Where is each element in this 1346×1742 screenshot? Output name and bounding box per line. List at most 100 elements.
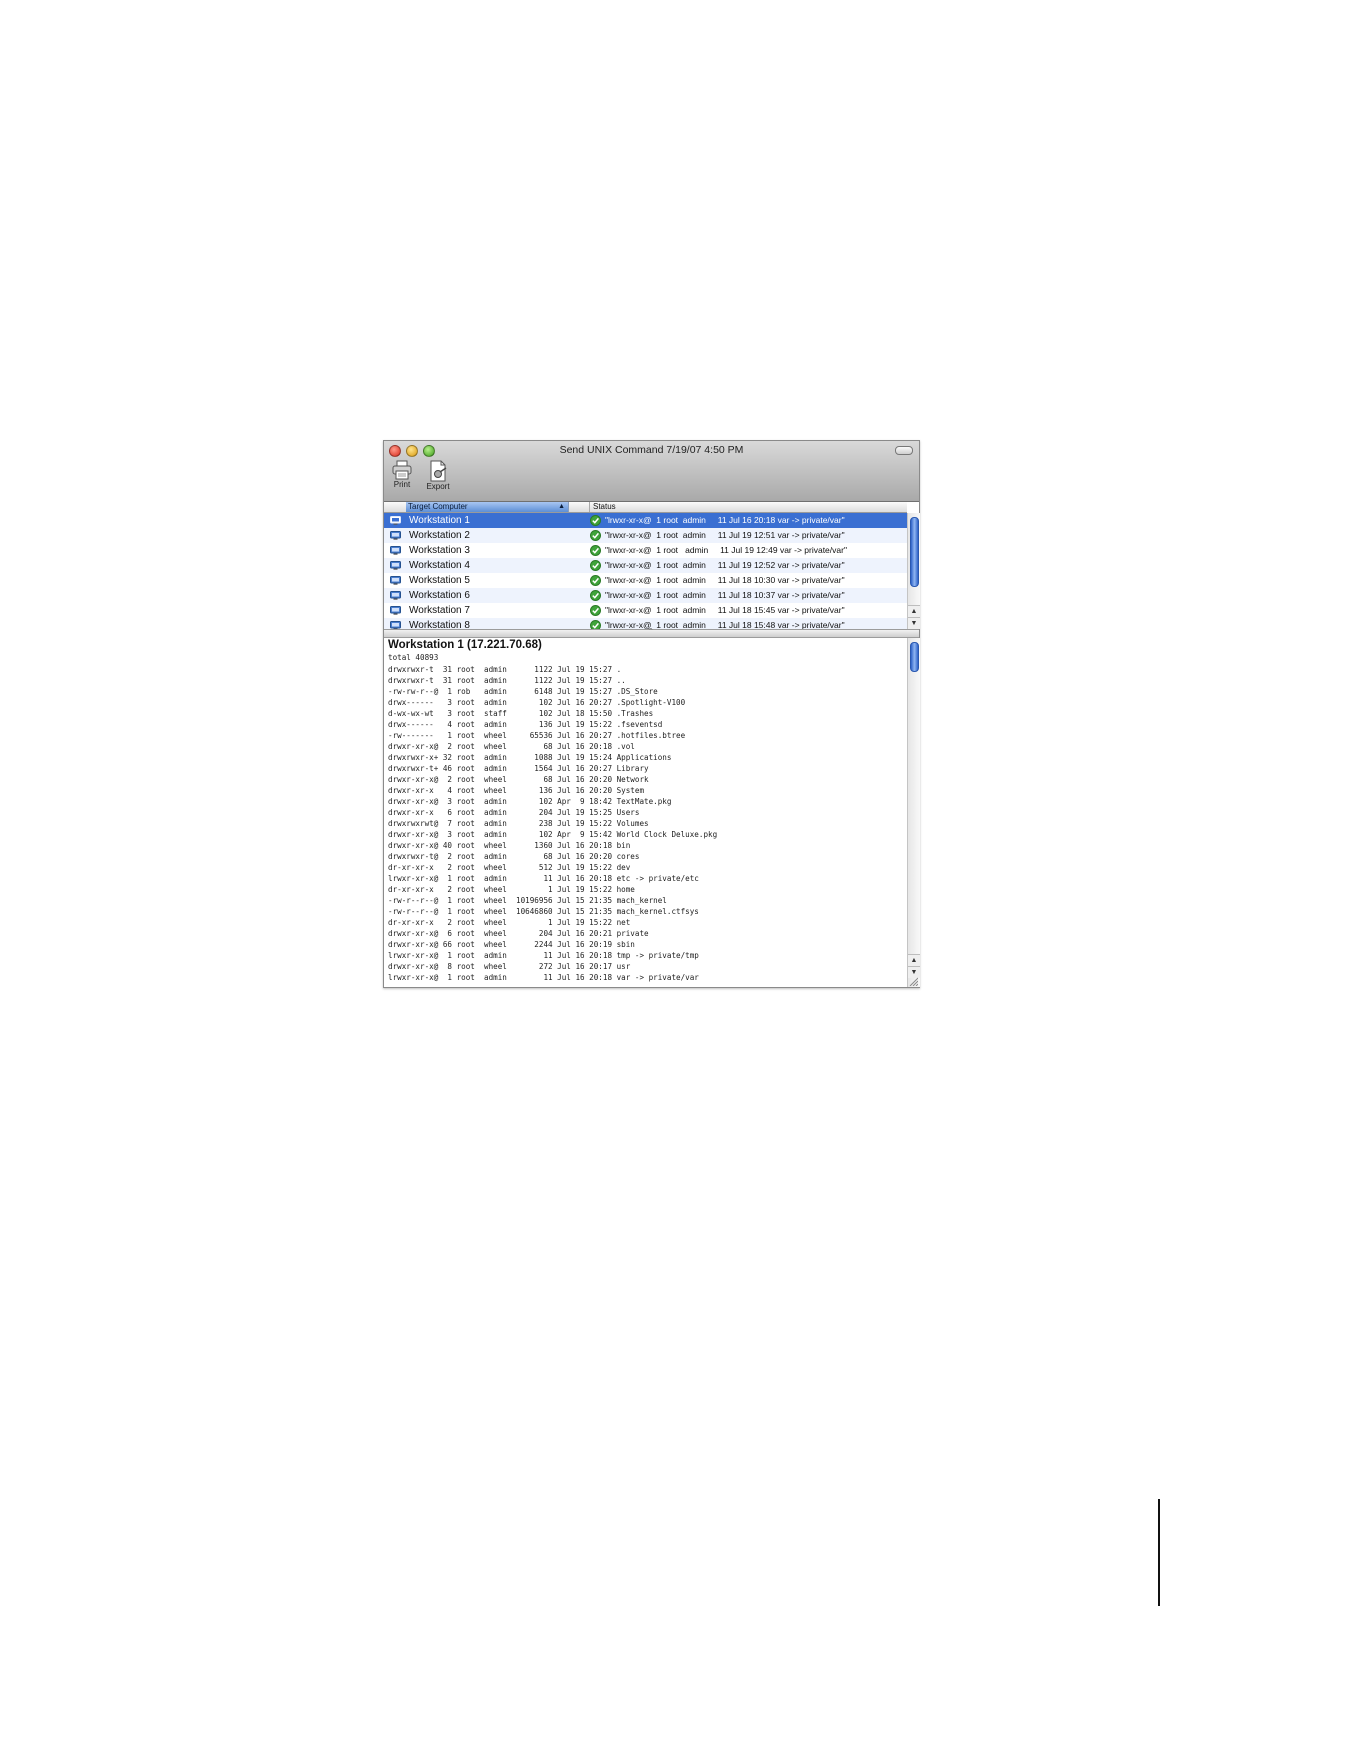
output-line: lrwxr-xr-x@ 1 root admin 11 Jul 16 20:18… xyxy=(388,951,699,960)
output-line: drwxrwxr-t 31 root admin 1122 Jul 19 15:… xyxy=(388,665,622,674)
output-line: -rw-rw-r--@ 1 rob admin 6148 Jul 19 15:2… xyxy=(388,687,658,696)
output-line: drwxrwxr-t 31 root admin 1122 Jul 19 15:… xyxy=(388,676,626,685)
output-lines: drwxrwxr-t 31 root admin 1122 Jul 19 15:… xyxy=(388,664,717,983)
output-line: drwxrwxrwt@ 7 root admin 238 Jul 19 15:2… xyxy=(388,819,649,828)
output-line: drwx------ 4 root admin 136 Jul 19 15:22… xyxy=(388,720,663,729)
row-status-text: "lrwxr-xr-x@ 1 root admin 11 Jul 18 10:3… xyxy=(605,575,845,585)
table-row[interactable]: Workstation 2 "lrwxr-xr-x@ 1 root admin 1… xyxy=(384,528,907,543)
column-header-target-label: Target Computer xyxy=(408,502,468,511)
output-title: Workstation 1 (17.221.70.68) xyxy=(388,639,542,651)
output-line: drwxrwxr-t+ 46 root admin 1564 Jul 16 20… xyxy=(388,764,649,773)
list-scrollbar[interactable]: ▲ ▼ xyxy=(907,513,920,629)
divider-grip-icon: ⌃ xyxy=(648,628,654,635)
table-row[interactable]: Workstation 1 "lrwxr-xr-x@ 1 root admin 1… xyxy=(384,513,907,528)
row-computer-name: Workstation 3 xyxy=(409,545,470,556)
output-total: total 40893 xyxy=(388,653,439,662)
export-label: Export xyxy=(426,482,450,491)
table-row[interactable]: Workstation 6 "lrwxr-xr-x@ 1 root admin 1… xyxy=(384,588,907,603)
output-line: lrwxr-xr-x@ 1 root admin 11 Jul 16 20:18… xyxy=(388,874,699,883)
computer-icon xyxy=(390,516,401,525)
column-header-target-computer[interactable]: Target Computer ▲ xyxy=(406,502,569,512)
output-line: -rw-r--r--@ 1 root wheel 10196956 Jul 15… xyxy=(388,896,667,905)
row-computer-name: Workstation 7 xyxy=(409,605,470,616)
target-computer-list: Target Computer ▲ Status Workstation 1 "l… xyxy=(384,502,907,629)
row-status-text: "lrwxr-xr-x@ 1 root admin 11 Jul 18 10:3… xyxy=(605,590,845,600)
computer-icon xyxy=(390,576,401,585)
send-unix-command-window: Send UNIX Command 7/19/07 4:50 PM Print … xyxy=(383,440,920,988)
computer-icon xyxy=(390,546,401,555)
row-computer-name: Workstation 8 xyxy=(409,620,470,629)
computer-icon xyxy=(390,531,401,540)
title-bar: Send UNIX Command 7/19/07 4:50 PM Print … xyxy=(384,441,919,502)
list-scroll-up-arrow[interactable]: ▲ xyxy=(908,605,920,617)
success-check-icon xyxy=(590,560,601,571)
row-computer-name: Workstation 6 xyxy=(409,590,470,601)
output-line: dr-xr-xr-x 2 root wheel 512 Jul 19 15:22… xyxy=(388,863,631,872)
table-row[interactable]: Workstation 7 "lrwxr-xr-x@ 1 root admin 1… xyxy=(384,603,907,618)
export-button[interactable]: Export xyxy=(422,460,454,491)
output-line: drwxr-xr-x@ 66 root wheel 2244 Jul 16 20… xyxy=(388,940,635,949)
column-header-status[interactable]: Status xyxy=(589,502,616,512)
table-row[interactable]: Workstation 4 "lrwxr-xr-x@ 1 root admin 1… xyxy=(384,558,907,573)
table-row[interactable]: Workstation 5 "lrwxr-xr-x@ 1 root admin 1… xyxy=(384,573,907,588)
output-line: lrwxr-xr-x@ 1 root admin 11 Jul 16 20:18… xyxy=(388,973,699,982)
computer-icon xyxy=(390,606,401,615)
output-line: drwxrwxr-t@ 2 root admin 68 Jul 16 20:20… xyxy=(388,852,640,861)
output-line: drwxr-xr-x@ 3 root admin 102 Apr 9 15:42… xyxy=(388,830,718,839)
output-line: drwxr-xr-x@ 40 root wheel 1360 Jul 16 20… xyxy=(388,841,631,850)
page-margin-rule xyxy=(1158,1499,1160,1606)
list-header: Target Computer ▲ Status xyxy=(384,502,907,513)
row-computer-name: Workstation 2 xyxy=(409,530,470,541)
command-output-pane: Workstation 1 (17.221.70.68) total 40893… xyxy=(384,638,907,987)
row-computer-name: Workstation 4 xyxy=(409,560,470,571)
row-status-text: "lrwxr-xr-x@ 1 root admin 11 Jul 19 12:5… xyxy=(605,560,845,570)
success-check-icon xyxy=(590,605,601,616)
output-line: -rw-r--r--@ 1 root wheel 10646860 Jul 15… xyxy=(388,907,699,916)
list-rows: Workstation 1 "lrwxr-xr-x@ 1 root admin 1… xyxy=(384,513,907,629)
computer-icon xyxy=(390,591,401,600)
toolbar-toggle-button[interactable] xyxy=(895,446,913,455)
output-line: drwxr-xr-x@ 2 root wheel 68 Jul 16 20:18… xyxy=(388,742,635,751)
output-line: d-wx-wx-wt 3 root staff 102 Jul 18 15:50… xyxy=(388,709,654,718)
row-status-text: "lrwxr-xr-x@ 1 root admin 11 Jul 18 15:4… xyxy=(605,620,845,629)
resize-grip-icon[interactable] xyxy=(908,976,918,986)
output-scroll-up-arrow[interactable]: ▲ xyxy=(908,954,920,966)
success-check-icon xyxy=(590,515,601,526)
success-check-icon xyxy=(590,590,601,601)
row-computer-name: Workstation 5 xyxy=(409,575,470,586)
table-row[interactable]: Workstation 3 "lrwxr-xr-x@ 1 root admin 1… xyxy=(384,543,907,558)
window-title: Send UNIX Command 7/19/07 4:50 PM xyxy=(559,444,744,456)
output-line: -rw------- 1 root wheel 65536 Jul 16 20:… xyxy=(388,731,686,740)
output-line: drwxrwxr-x+ 32 root admin 1088 Jul 19 15… xyxy=(388,753,672,762)
output-line: dr-xr-xr-x 2 root wheel 1 Jul 19 15:22 h… xyxy=(388,885,635,894)
success-check-icon xyxy=(590,575,601,586)
list-scroll-down-arrow[interactable]: ▼ xyxy=(908,617,920,629)
output-line: drwxr-xr-x@ 8 root wheel 272 Jul 16 20:1… xyxy=(388,962,631,971)
list-scroll-thumb[interactable] xyxy=(910,517,919,587)
row-status-text: "lrwxr-xr-x@ 1 root admin 11 Jul 18 15:4… xyxy=(605,605,845,615)
sort-ascending-icon: ▲ xyxy=(558,503,565,510)
output-scrollbar[interactable]: ▲ ▼ xyxy=(907,638,920,987)
table-row[interactable]: Workstation 8 "lrwxr-xr-x@ 1 root admin 1… xyxy=(384,618,907,629)
printer-icon xyxy=(392,460,412,480)
row-status-text: "lrwxr-xr-x@ 1 root admin 11 Jul 16 20:1… xyxy=(605,515,845,525)
output-line: drwxr-xr-x@ 6 root wheel 204 Jul 16 20:2… xyxy=(388,929,649,938)
split-view-divider[interactable]: ⌃ xyxy=(384,628,919,638)
output-line: drwxr-xr-x@ 3 root admin 102 Apr 9 18:42… xyxy=(388,797,672,806)
success-check-icon xyxy=(590,545,601,556)
output-line: drwx------ 3 root admin 102 Jul 16 20:27… xyxy=(388,698,686,707)
output-line: drwxr-xr-x 6 root admin 204 Jul 19 15:25… xyxy=(388,808,640,817)
row-status-text: "lrwxr-xr-x@ 1 root admin 11 Jul 19 12:5… xyxy=(605,530,845,540)
print-label: Print xyxy=(393,480,411,489)
computer-icon xyxy=(390,621,401,629)
success-check-icon xyxy=(590,530,601,541)
row-computer-name: Workstation 1 xyxy=(409,515,470,526)
print-button[interactable]: Print xyxy=(390,460,414,489)
output-line: drwxr-xr-x@ 2 root wheel 68 Jul 16 20:20… xyxy=(388,775,649,784)
output-line: dr-xr-xr-x 2 root wheel 1 Jul 19 15:22 n… xyxy=(388,918,631,927)
success-check-icon xyxy=(590,620,601,629)
export-icon xyxy=(430,460,447,482)
row-status-text: "lrwxr-xr-x@ 1 root admin 11 Jul 19 12:4… xyxy=(605,545,847,555)
output-scroll-thumb[interactable] xyxy=(910,642,919,672)
computer-icon xyxy=(390,561,401,570)
